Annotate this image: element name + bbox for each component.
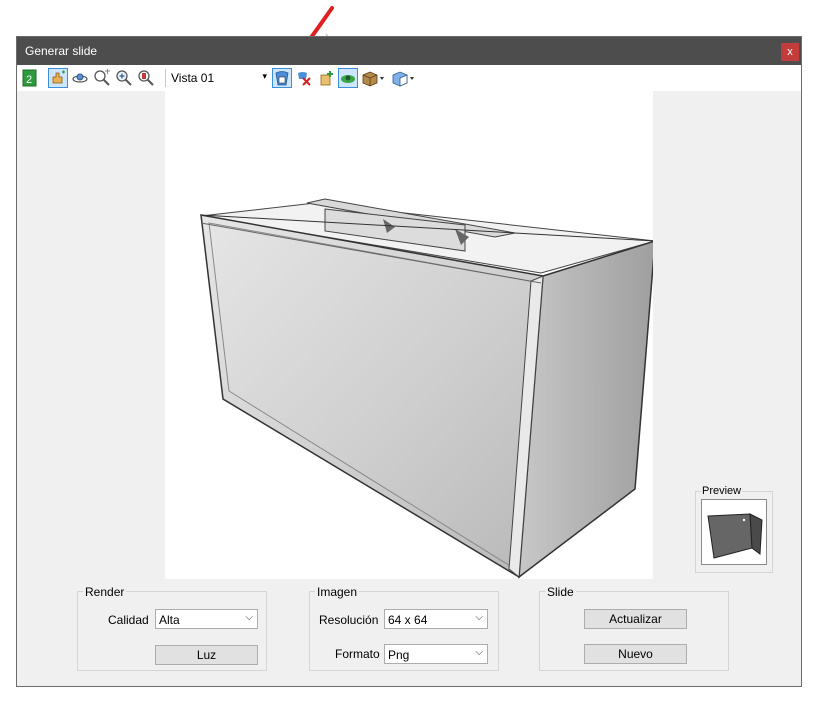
- refresh-icon[interactable]: 2: [21, 69, 39, 87]
- orbit-icon[interactable]: [71, 69, 89, 87]
- chevron-down-icon: ⌵: [245, 612, 253, 623]
- update-button[interactable]: Actualizar: [584, 609, 687, 629]
- image-legend: Imagen: [315, 585, 360, 599]
- preview-label: Preview: [701, 485, 743, 497]
- quality-select-value: Alta: [159, 613, 180, 627]
- zoom-window-icon[interactable]: [93, 69, 111, 87]
- generar-slide-window: Generar slide x 2 Vista 01 ▾ Preview Ren…: [16, 36, 802, 687]
- box-icon[interactable]: [361, 69, 385, 87]
- svg-text:2: 2: [26, 74, 32, 86]
- view-select-value: Vista 01: [171, 71, 215, 85]
- new-button[interactable]: Nuevo: [584, 644, 687, 664]
- 3d-viewport[interactable]: [165, 91, 653, 579]
- zoom-extents-icon[interactable]: [137, 69, 155, 87]
- chevron-down-icon: ▾: [262, 71, 267, 81]
- zoom-in-icon[interactable]: [115, 69, 133, 87]
- chevron-down-icon: ⌵: [475, 612, 483, 623]
- view-select[interactable]: Vista 01 ▾: [167, 70, 267, 86]
- title-bar: Generar slide x: [17, 37, 801, 65]
- preview-image: [701, 499, 767, 565]
- toolbar-separator: [165, 69, 166, 87]
- chevron-down-icon: ⌵: [475, 647, 483, 658]
- toolbar: 2 Vista 01 ▾: [17, 65, 801, 91]
- resolution-select-value: 64 x 64: [388, 613, 428, 627]
- delete-view-icon[interactable]: [295, 69, 313, 87]
- render-legend: Render: [83, 585, 127, 599]
- new-view-icon[interactable]: [317, 69, 335, 87]
- light-button[interactable]: Luz: [155, 645, 258, 665]
- close-button[interactable]: x: [781, 43, 799, 61]
- pan-icon[interactable]: [48, 68, 68, 88]
- perspective-icon[interactable]: [338, 68, 358, 88]
- resolution-label: Resolución: [319, 613, 379, 627]
- quality-select[interactable]: Alta ⌵: [155, 609, 258, 629]
- format-label: Formato: [335, 647, 380, 661]
- resolution-select[interactable]: 64 x 64 ⌵: [384, 609, 488, 629]
- slide-legend: Slide: [545, 585, 576, 599]
- render-style-icon[interactable]: [391, 69, 415, 87]
- format-select[interactable]: Png ⌵: [384, 644, 488, 664]
- quality-label: Calidad: [108, 613, 149, 627]
- window-title: Generar slide: [25, 44, 98, 58]
- save-view-icon[interactable]: [272, 68, 292, 88]
- format-select-value: Png: [388, 648, 410, 662]
